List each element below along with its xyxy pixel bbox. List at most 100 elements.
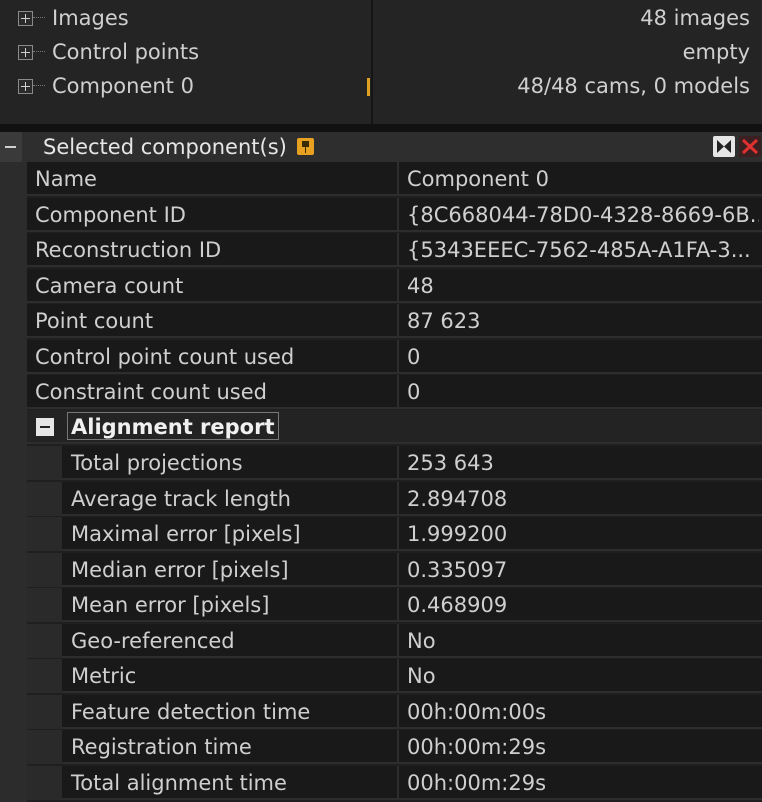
section-title: Alignment report bbox=[67, 412, 279, 440]
column-divider bbox=[397, 552, 399, 587]
column-divider bbox=[397, 304, 399, 338]
property-name: Total projections bbox=[71, 451, 243, 475]
column-divider bbox=[397, 162, 399, 196]
column-divider bbox=[397, 694, 399, 729]
property-row[interactable]: Camera count 48 bbox=[27, 268, 762, 303]
tree-item-component[interactable]: Component 0 bbox=[0, 69, 370, 103]
column-divider bbox=[397, 588, 399, 622]
tree-item-value: 48 images bbox=[640, 6, 750, 30]
tree-item-value: empty bbox=[682, 40, 750, 64]
property-name: Component ID bbox=[35, 202, 186, 227]
property-name: Metric bbox=[71, 664, 137, 688]
property-row[interactable]: Geo-referenced No bbox=[27, 623, 762, 658]
panel-header: Selected component(s) bbox=[0, 132, 762, 162]
property-value: Component 0 bbox=[407, 167, 549, 191]
panel-collapse-button[interactable] bbox=[0, 132, 22, 162]
property-value: 2.894708 bbox=[407, 486, 508, 511]
workspace-tree-panel: Images Control points Component 0 48 ima… bbox=[0, 0, 762, 124]
property-value: 253 643 bbox=[407, 451, 494, 475]
close-icon[interactable] bbox=[739, 136, 761, 157]
column-divider bbox=[397, 730, 399, 764]
panel-separator bbox=[0, 124, 762, 132]
property-name: Reconstruction ID bbox=[35, 238, 222, 262]
alignment-report-section[interactable]: Alignment report bbox=[27, 410, 762, 444]
property-row[interactable]: Control point count used 0 bbox=[27, 339, 762, 374]
column-divider bbox=[397, 268, 399, 303]
column-divider bbox=[397, 375, 399, 409]
property-value: No bbox=[407, 664, 436, 688]
property-row[interactable]: Total alignment time 00h:00m:29s bbox=[27, 765, 762, 800]
property-value: 1.999200 bbox=[407, 522, 508, 546]
expand-icon[interactable] bbox=[18, 44, 33, 60]
indent-gutter bbox=[27, 517, 62, 551]
property-name: Camera count bbox=[35, 273, 184, 298]
property-row[interactable]: Median error [pixels] 0.335097 bbox=[27, 552, 762, 587]
property-name: Geo-referenced bbox=[71, 628, 235, 653]
tree-item-label: Images bbox=[52, 6, 129, 30]
indent-gutter bbox=[27, 694, 62, 729]
property-row[interactable]: Constraint count used 0 bbox=[27, 375, 762, 409]
indent-gutter bbox=[27, 730, 62, 764]
expand-icon[interactable] bbox=[18, 10, 33, 26]
property-row[interactable]: Maximal error [pixels] 1.999200 bbox=[27, 517, 762, 551]
property-name: Average track length bbox=[71, 486, 291, 511]
property-row[interactable]: Component ID {8C668044-78D0-4328-8669-6B… bbox=[27, 197, 762, 232]
property-value: 00h:00m:29s bbox=[407, 770, 547, 795]
property-row[interactable]: Mean error [pixels] 0.468909 bbox=[27, 588, 762, 622]
property-row[interactable]: Metric No bbox=[27, 659, 762, 693]
property-value: 0 bbox=[407, 344, 421, 369]
property-name: Feature detection time bbox=[71, 699, 311, 724]
property-name: Median error [pixels] bbox=[71, 557, 289, 582]
column-divider bbox=[397, 446, 399, 480]
property-row[interactable]: Point count 87 623 bbox=[27, 304, 762, 338]
tree-values-column: 48 images empty 48/48 cams, 0 models bbox=[373, 0, 762, 124]
property-row[interactable]: Feature detection time 00h:00m:00s bbox=[27, 694, 762, 729]
property-name: Maximal error [pixels] bbox=[71, 522, 301, 546]
column-divider bbox=[397, 765, 399, 800]
indent-gutter bbox=[27, 623, 62, 658]
property-value: 87 623 bbox=[407, 309, 481, 333]
text-cursor bbox=[367, 78, 370, 96]
collapse-icon[interactable] bbox=[36, 418, 54, 436]
column-divider bbox=[397, 481, 399, 516]
property-name: Mean error [pixels] bbox=[71, 593, 270, 617]
tree-item-label: Component 0 bbox=[52, 74, 194, 98]
maximize-icon[interactable] bbox=[713, 136, 735, 157]
property-value: {5343EEEC-7562-485A-A1FA-3... bbox=[407, 238, 751, 262]
column-divider bbox=[397, 623, 399, 658]
indent-gutter bbox=[27, 446, 62, 480]
column-divider bbox=[397, 197, 399, 232]
indent-gutter bbox=[27, 588, 62, 622]
column-divider bbox=[397, 233, 399, 267]
property-row[interactable]: Reconstruction ID {5343EEEC-7562-485A-A1… bbox=[27, 233, 762, 267]
tree-item-images[interactable]: Images bbox=[0, 1, 370, 35]
property-name: Point count bbox=[35, 309, 154, 333]
indent-gutter bbox=[27, 659, 62, 693]
tree-item-label: Control points bbox=[52, 40, 200, 64]
property-name: Name bbox=[35, 167, 97, 191]
property-value: 0.468909 bbox=[407, 593, 508, 617]
property-row[interactable]: Name Component 0 bbox=[27, 162, 762, 196]
grid-gutter bbox=[0, 162, 27, 802]
pin-icon[interactable] bbox=[297, 138, 314, 155]
panel-title: Selected component(s) bbox=[43, 135, 287, 159]
tree-connector bbox=[33, 85, 45, 87]
property-name: Total alignment time bbox=[71, 770, 287, 795]
tree-item-control-points[interactable]: Control points bbox=[0, 35, 370, 69]
property-row[interactable]: Average track length 2.894708 bbox=[27, 481, 762, 516]
property-value: 48 bbox=[407, 273, 434, 298]
tree-connector bbox=[33, 51, 45, 53]
expand-icon[interactable] bbox=[18, 78, 33, 94]
indent-gutter bbox=[27, 552, 62, 587]
property-value: 00h:00m:00s bbox=[407, 699, 547, 724]
property-row[interactable]: Registration time 00h:00m:29s bbox=[27, 730, 762, 764]
property-row[interactable]: Total projections 253 643 bbox=[27, 446, 762, 480]
tree-labels-column: Images Control points Component 0 bbox=[0, 0, 370, 124]
tree-connector bbox=[33, 17, 45, 19]
property-value: 0 bbox=[407, 380, 421, 404]
property-value: 0.335097 bbox=[407, 557, 508, 582]
column-divider bbox=[397, 659, 399, 693]
column-divider bbox=[397, 339, 399, 374]
property-name: Constraint count used bbox=[35, 380, 267, 404]
tree-item-value: 48/48 cams, 0 models bbox=[517, 74, 750, 98]
